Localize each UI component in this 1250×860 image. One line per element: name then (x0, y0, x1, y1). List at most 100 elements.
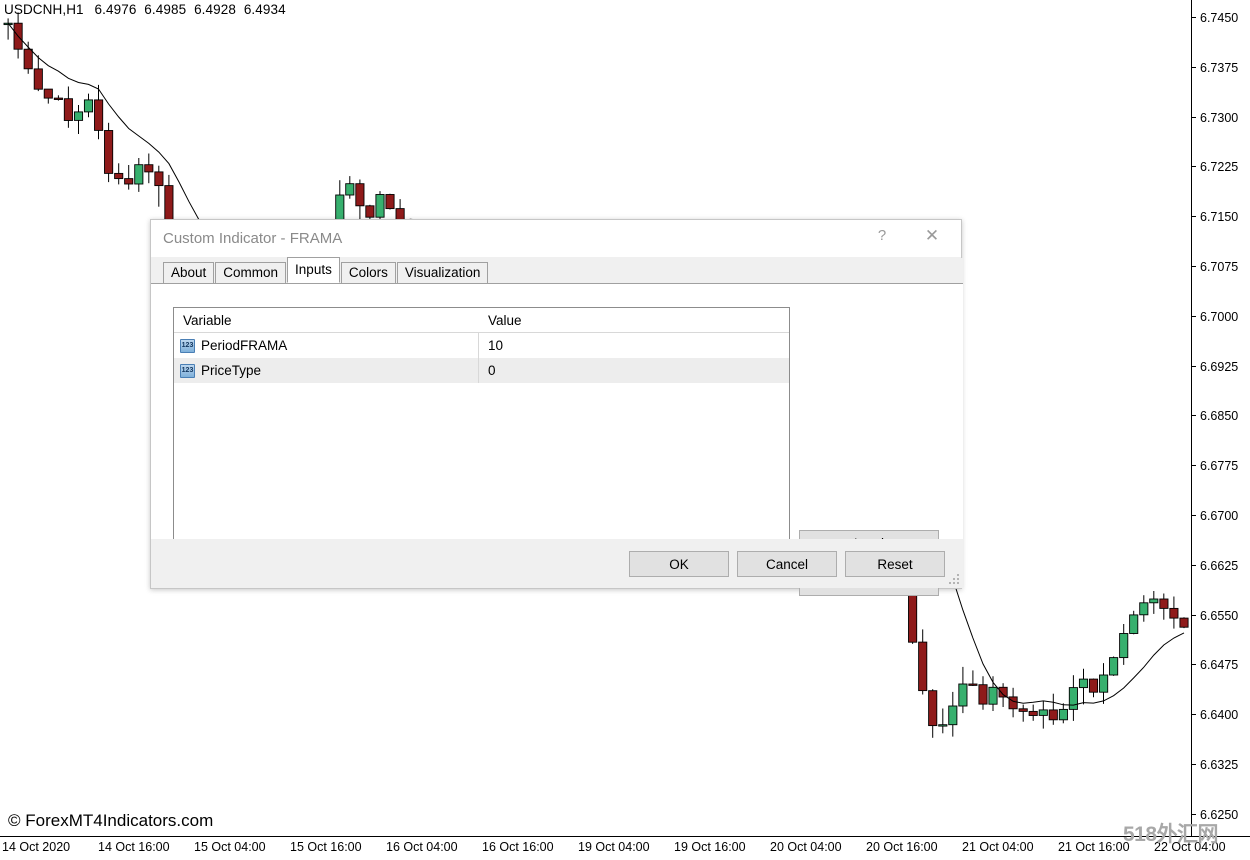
cancel-button[interactable]: Cancel (737, 551, 837, 577)
value-cell[interactable]: 0 (479, 358, 789, 383)
price-tick-label: 6.7000 (1200, 310, 1238, 324)
candle-body (1009, 697, 1017, 709)
tick-mark (1192, 216, 1196, 217)
candle-body (356, 184, 364, 206)
grip-dot (957, 578, 959, 580)
price-axis[interactable]: 6.74506.73756.73006.72256.71506.70756.70… (1191, 0, 1250, 836)
price-tick: 6.6400 (1192, 708, 1250, 722)
tick-mark (1192, 67, 1196, 68)
candle-body (84, 100, 92, 112)
variable-name: PriceType (201, 363, 261, 378)
ok-button[interactable]: OK (629, 551, 729, 577)
variable-cell: PeriodFRAMA (174, 333, 479, 358)
time-tick-label: 15 Oct 16:00 (290, 840, 362, 854)
price-tick-label: 6.6400 (1200, 708, 1238, 722)
table-row[interactable]: PriceType 0 (174, 358, 789, 383)
candle-body (376, 195, 384, 218)
grip-dot (957, 574, 959, 576)
price-tick-label: 6.6850 (1200, 409, 1238, 423)
candle-body (1120, 634, 1128, 658)
parameters-table[interactable]: Variable Value PeriodFRAMA10PriceType0 (173, 307, 790, 545)
candle-body (366, 206, 374, 217)
candle-body (44, 89, 52, 98)
candle-body (1049, 710, 1057, 720)
candle-body (1140, 603, 1148, 615)
time-tick-label: 19 Oct 04:00 (578, 840, 650, 854)
time-tick-label: 14 Oct 16:00 (98, 840, 170, 854)
price-tick-label: 6.7375 (1200, 61, 1238, 75)
time-tick-label: 20 Oct 04:00 (770, 840, 842, 854)
tick-mark (1192, 465, 1196, 466)
dialog-titlebar[interactable]: Custom Indicator - FRAMA ? ✕ (151, 220, 961, 258)
price-tick: 6.7075 (1192, 260, 1250, 274)
help-icon[interactable]: ? (859, 220, 905, 251)
candle-body (145, 165, 153, 172)
tick-mark (1192, 814, 1196, 815)
tick-mark (1192, 166, 1196, 167)
symbol-label: USDCNH,H1 (4, 2, 84, 17)
time-tick-label: 19 Oct 16:00 (674, 840, 746, 854)
grip-dot (953, 582, 955, 584)
grip-dot (949, 582, 951, 584)
close-icon[interactable]: ✕ (909, 220, 955, 251)
tick-mark (1192, 415, 1196, 416)
tab-colors[interactable]: Colors (341, 262, 396, 283)
table-row[interactable]: PeriodFRAMA 10 (174, 333, 789, 358)
tick-mark (1192, 316, 1196, 317)
price-tick: 6.7450 (1192, 11, 1250, 25)
candle-body (1069, 688, 1077, 710)
price-tick: 6.7225 (1192, 160, 1250, 174)
candle-body (929, 691, 937, 726)
resize-grip[interactable] (949, 574, 961, 586)
candle-body (125, 179, 133, 184)
candle-body (1089, 679, 1097, 692)
dialog-title: Custom Indicator - FRAMA (163, 230, 342, 247)
column-header-variable: Variable (174, 308, 479, 332)
variable-name: PeriodFRAMA (201, 338, 287, 353)
time-axis[interactable]: 14 Oct 202014 Oct 16:0015 Oct 04:0015 Oc… (0, 836, 1250, 860)
variable-cell: PriceType (174, 358, 479, 383)
price-tick-label: 6.6775 (1200, 459, 1238, 473)
candle-body (1130, 615, 1138, 634)
tab-about[interactable]: About (163, 262, 214, 283)
price-tick-label: 6.7075 (1200, 260, 1238, 274)
price-tick: 6.6325 (1192, 758, 1250, 772)
candle-body (1110, 658, 1118, 675)
price-tick-label: 6.6475 (1200, 658, 1238, 672)
time-tick-label: 16 Oct 16:00 (482, 840, 554, 854)
price-tick: 6.7375 (1192, 61, 1250, 75)
candle-body (1059, 709, 1067, 719)
price-tick: 6.7150 (1192, 210, 1250, 224)
candle-body (1150, 599, 1158, 603)
grip-dot (953, 578, 955, 580)
candle-body (386, 195, 394, 209)
tab-common[interactable]: Common (215, 262, 286, 283)
tab-inputs[interactable]: Inputs (287, 257, 340, 283)
tick-mark (1192, 366, 1196, 367)
time-tick-label: 20 Oct 16:00 (866, 840, 938, 854)
price-tick: 6.6775 (1192, 459, 1250, 473)
candle-body (95, 100, 103, 130)
candle-body (939, 725, 947, 726)
tab-visualization[interactable]: Visualization (397, 262, 489, 283)
tick-mark (1192, 515, 1196, 516)
value-cell[interactable]: 10 (479, 333, 789, 358)
quote-low: 6.4928 (194, 2, 236, 17)
reset-button[interactable]: Reset (845, 551, 945, 577)
candle-body (54, 98, 62, 99)
time-tick-label: 15 Oct 04:00 (194, 840, 266, 854)
price-tick-label: 6.6550 (1200, 609, 1238, 623)
candle-body (919, 642, 927, 691)
candle-body (155, 172, 163, 186)
price-tick: 6.7000 (1192, 310, 1250, 324)
price-tick-label: 6.6325 (1200, 758, 1238, 772)
candle-body (105, 131, 113, 174)
quote-open: 6.4976 (95, 2, 137, 17)
tick-mark (1192, 17, 1196, 18)
candle-body (1170, 608, 1178, 618)
tick-mark (1192, 565, 1196, 566)
price-tick-label: 6.7450 (1200, 11, 1238, 25)
grip-dot (957, 582, 959, 584)
candle-body (999, 687, 1007, 697)
price-tick-label: 6.6700 (1200, 509, 1238, 523)
